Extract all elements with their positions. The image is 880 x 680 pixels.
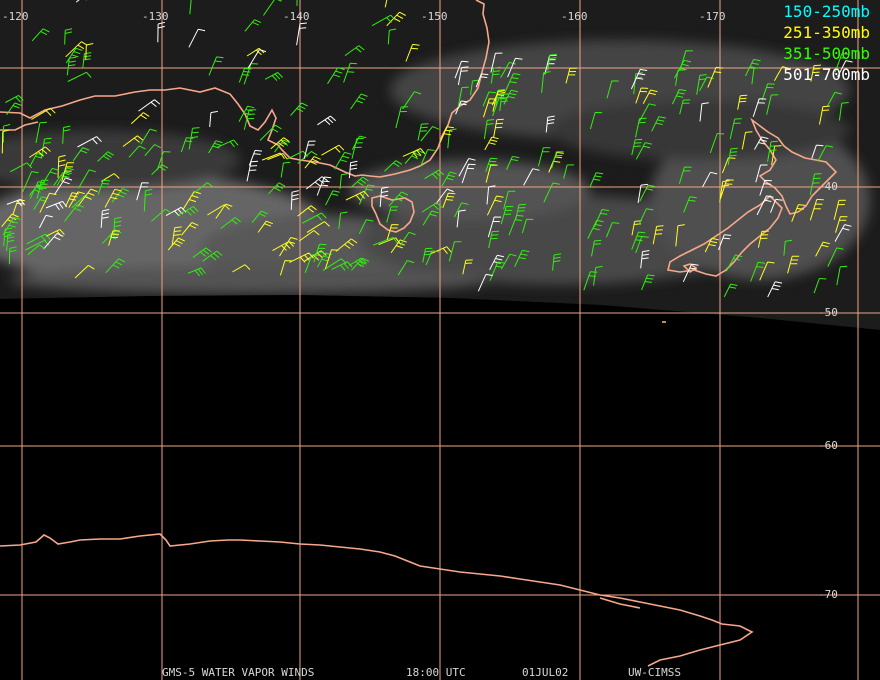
lon-label: -130 bbox=[142, 10, 169, 23]
lon-label: -120 bbox=[2, 10, 29, 23]
legend-501-700mb: 501-700mb bbox=[783, 65, 870, 84]
footer-time: 18:00 UTC bbox=[406, 666, 466, 679]
lon-label: -170 bbox=[699, 10, 726, 23]
map-canvas: -120 -130 -140 -150 -160 -170 -40 -50 -6… bbox=[0, 0, 880, 680]
footer-product: GMS-5 WATER VAPOR WINDS bbox=[162, 666, 315, 679]
footer-caption: GMS-5 WATER VAPOR WINDS 18:00 UTC 01JUL0… bbox=[0, 601, 880, 679]
lon-label: -160 bbox=[561, 10, 588, 23]
legend-251-350mb: 251-350mb bbox=[783, 23, 870, 42]
lat-label: -60 bbox=[818, 439, 838, 452]
footer-date: 01JUL02 bbox=[522, 666, 569, 679]
lat-label: -70 bbox=[818, 588, 838, 601]
footer-source: UW-CIMSS bbox=[628, 666, 681, 679]
legend-150-250mb: 150-250mb bbox=[783, 2, 870, 21]
satellite-wind-map: -120 -130 -140 -150 -160 -170 -40 -50 -6… bbox=[0, 0, 880, 680]
legend-351-500mb: 351-500mb bbox=[783, 44, 870, 63]
lat-label: -50 bbox=[818, 306, 838, 319]
lon-label: -140 bbox=[283, 10, 310, 23]
lon-label: -150 bbox=[421, 10, 448, 23]
